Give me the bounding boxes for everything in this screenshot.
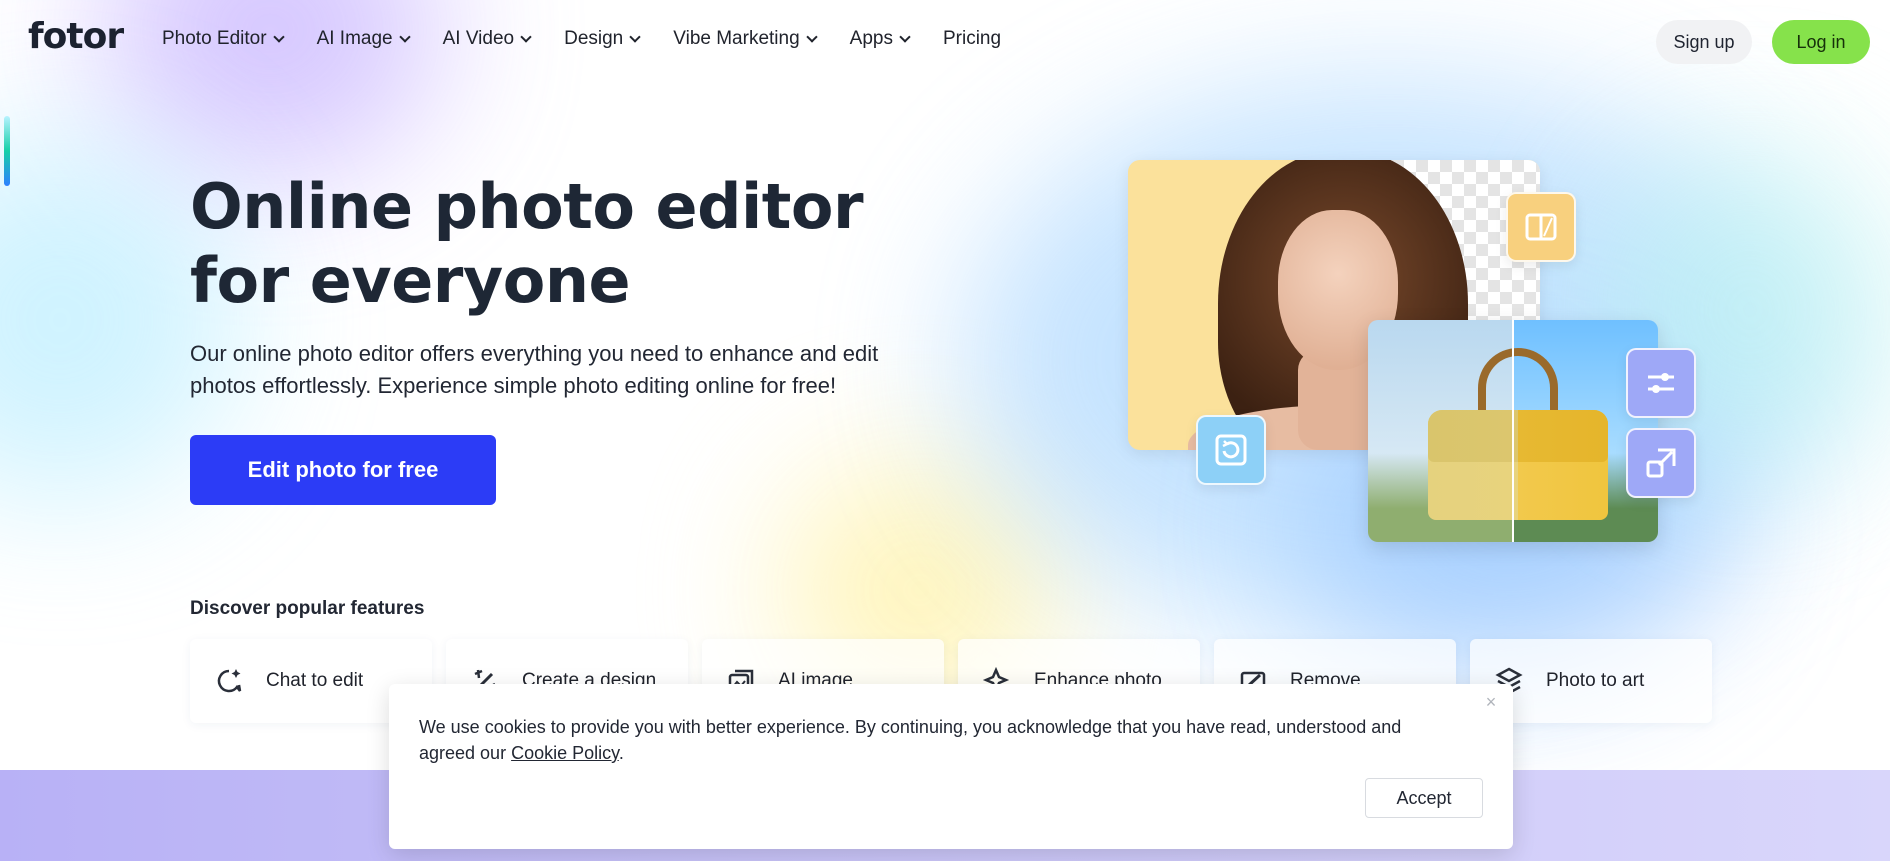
sign-up-button[interactable]: Sign up bbox=[1656, 20, 1752, 64]
main-nav: Photo Editor AI Image AI Video Design Vi… bbox=[162, 28, 1035, 50]
log-in-button[interactable]: Log in bbox=[1772, 20, 1870, 64]
hero-subtitle: Our online photo editor offers everythin… bbox=[190, 341, 879, 398]
chevron-down-icon bbox=[398, 31, 411, 43]
resize-icon bbox=[1626, 428, 1696, 498]
edit-photo-free-button[interactable]: Edit photo for free bbox=[190, 435, 496, 505]
sliders-icon bbox=[1626, 348, 1696, 418]
nav-photo-editor[interactable]: Photo Editor bbox=[162, 28, 285, 50]
accept-cookies-button[interactable]: Accept bbox=[1365, 778, 1483, 818]
nav-apps[interactable]: Apps bbox=[850, 28, 911, 50]
nav-ai-video[interactable]: AI Video bbox=[443, 28, 532, 50]
cookie-banner: × We use cookies to provide you with bet… bbox=[389, 684, 1513, 849]
top-navigation: fotor Photo Editor AI Image AI Video Des… bbox=[0, 0, 1890, 80]
compare-icon bbox=[1506, 192, 1576, 262]
chat-sparkle-icon bbox=[214, 666, 244, 696]
chevron-down-icon bbox=[272, 31, 285, 43]
close-icon[interactable]: × bbox=[1479, 690, 1503, 714]
scroll-progress-indicator bbox=[4, 116, 10, 186]
chevron-down-icon bbox=[805, 31, 818, 43]
nav-ai-image[interactable]: AI Image bbox=[317, 28, 411, 50]
cookie-message: We use cookies to provide you with bette… bbox=[419, 717, 1402, 763]
chevron-down-icon bbox=[899, 31, 911, 43]
fotor-logo[interactable]: fotor bbox=[28, 16, 124, 57]
rotate-icon bbox=[1196, 415, 1266, 485]
hero-title: Online photo editor for everyone bbox=[190, 170, 864, 317]
comparison-divider bbox=[1512, 320, 1514, 542]
hero-illustration bbox=[1120, 140, 1720, 560]
nav-design[interactable]: Design bbox=[564, 28, 641, 50]
chevron-down-icon bbox=[629, 31, 641, 43]
handbag-comparison-photo bbox=[1368, 320, 1658, 542]
nav-vibe-marketing[interactable]: Vibe Marketing bbox=[673, 28, 818, 50]
cookie-policy-link[interactable]: Cookie Policy bbox=[511, 743, 619, 763]
chevron-down-icon bbox=[520, 31, 532, 43]
features-heading: Discover popular features bbox=[190, 598, 425, 619]
nav-pricing[interactable]: Pricing bbox=[943, 28, 1001, 50]
